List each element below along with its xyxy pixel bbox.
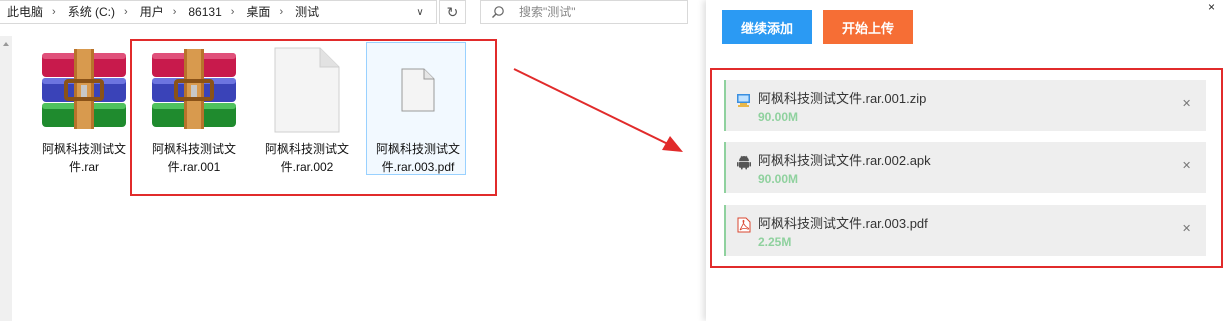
file-name: 阿枫科技测试文件.rar.001.zip <box>758 91 927 106</box>
file-label: 阿枫科技测试文 件.rar <box>34 140 134 176</box>
scrollbar[interactable] <box>0 36 12 321</box>
scroll-up-arrow-icon[interactable] <box>3 42 9 46</box>
upload-list-item: 阿枫科技测试文件.rar.001.zip 90.00M ✕ <box>724 80 1206 131</box>
chevron-right-icon[interactable]: › <box>274 1 288 23</box>
file-size: 90.00M <box>758 172 799 186</box>
highlight-box-split-files <box>130 39 497 196</box>
start-upload-button[interactable]: 开始上传 <box>823 10 913 44</box>
upload-list-item: 阿枫科技测试文件.rar.003.pdf 2.25M ✕ <box>724 205 1206 256</box>
search-icon <box>492 6 504 18</box>
remove-icon[interactable]: ✕ <box>1182 223 1191 235</box>
red-arrow-annotation <box>513 68 683 152</box>
android-icon <box>737 155 751 170</box>
breadcrumb-item-system-drive[interactable]: 系统 (C:) <box>61 1 119 23</box>
file-name: 阿枫科技测试文件.rar.003.pdf <box>758 216 928 231</box>
remove-icon[interactable]: ✕ <box>1182 98 1191 110</box>
upload-list-item: 阿枫科技测试文件.rar.002.apk 90.00M ✕ <box>724 142 1206 193</box>
file-name: 阿枫科技测试文件.rar.002.apk <box>758 153 931 168</box>
chevron-right-icon[interactable]: › <box>119 1 133 23</box>
upload-panel: × 继续添加 开始上传 阿枫科技测试文件.rar.001.zip 90.00M … <box>706 0 1224 321</box>
breadcrumb-item-users[interactable]: 用户 <box>133 1 168 23</box>
chevron-right-icon[interactable]: › <box>168 1 182 23</box>
search-input[interactable] <box>519 3 679 21</box>
address-bar[interactable]: 此电脑 › 系统 (C:) › 用户 › 86131 › 桌面 › 测试 ∨ <box>0 0 437 24</box>
pdf-file-icon <box>737 217 751 233</box>
search-box[interactable] <box>480 0 688 24</box>
breadcrumb: 此电脑 › 系统 (C:) › 用户 › 86131 › 桌面 › 测试 <box>0 1 323 23</box>
file-name-line: 件.rar <box>68 160 99 174</box>
breadcrumb-item-desktop[interactable]: 桌面 <box>239 1 274 23</box>
add-more-button[interactable]: 继续添加 <box>722 10 812 44</box>
chevron-right-icon[interactable]: › <box>47 1 61 23</box>
file-explorer: 此电脑 › 系统 (C:) › 用户 › 86131 › 桌面 › 测试 ∨ ↻ <box>0 0 706 321</box>
file-size: 90.00M <box>758 110 799 124</box>
breadcrumb-item-test[interactable]: 测试 <box>288 1 323 23</box>
chevron-right-icon[interactable]: › <box>226 1 240 23</box>
remove-icon[interactable]: ✕ <box>1182 160 1191 172</box>
chevron-down-icon[interactable]: ∨ <box>405 1 435 23</box>
winrar-archive-icon <box>34 44 134 136</box>
breadcrumb-item-user[interactable]: 86131 <box>181 1 225 23</box>
breadcrumb-item-this-pc[interactable]: 此电脑 <box>0 1 47 23</box>
refresh-button[interactable]: ↻ <box>439 0 466 24</box>
file-name-line: 阿枫科技测试文 <box>41 142 126 156</box>
file-size: 2.25M <box>758 235 792 249</box>
close-icon[interactable]: × <box>1208 1 1215 13</box>
refresh-icon: ↻ <box>446 3 459 20</box>
zip-file-icon <box>737 94 750 107</box>
